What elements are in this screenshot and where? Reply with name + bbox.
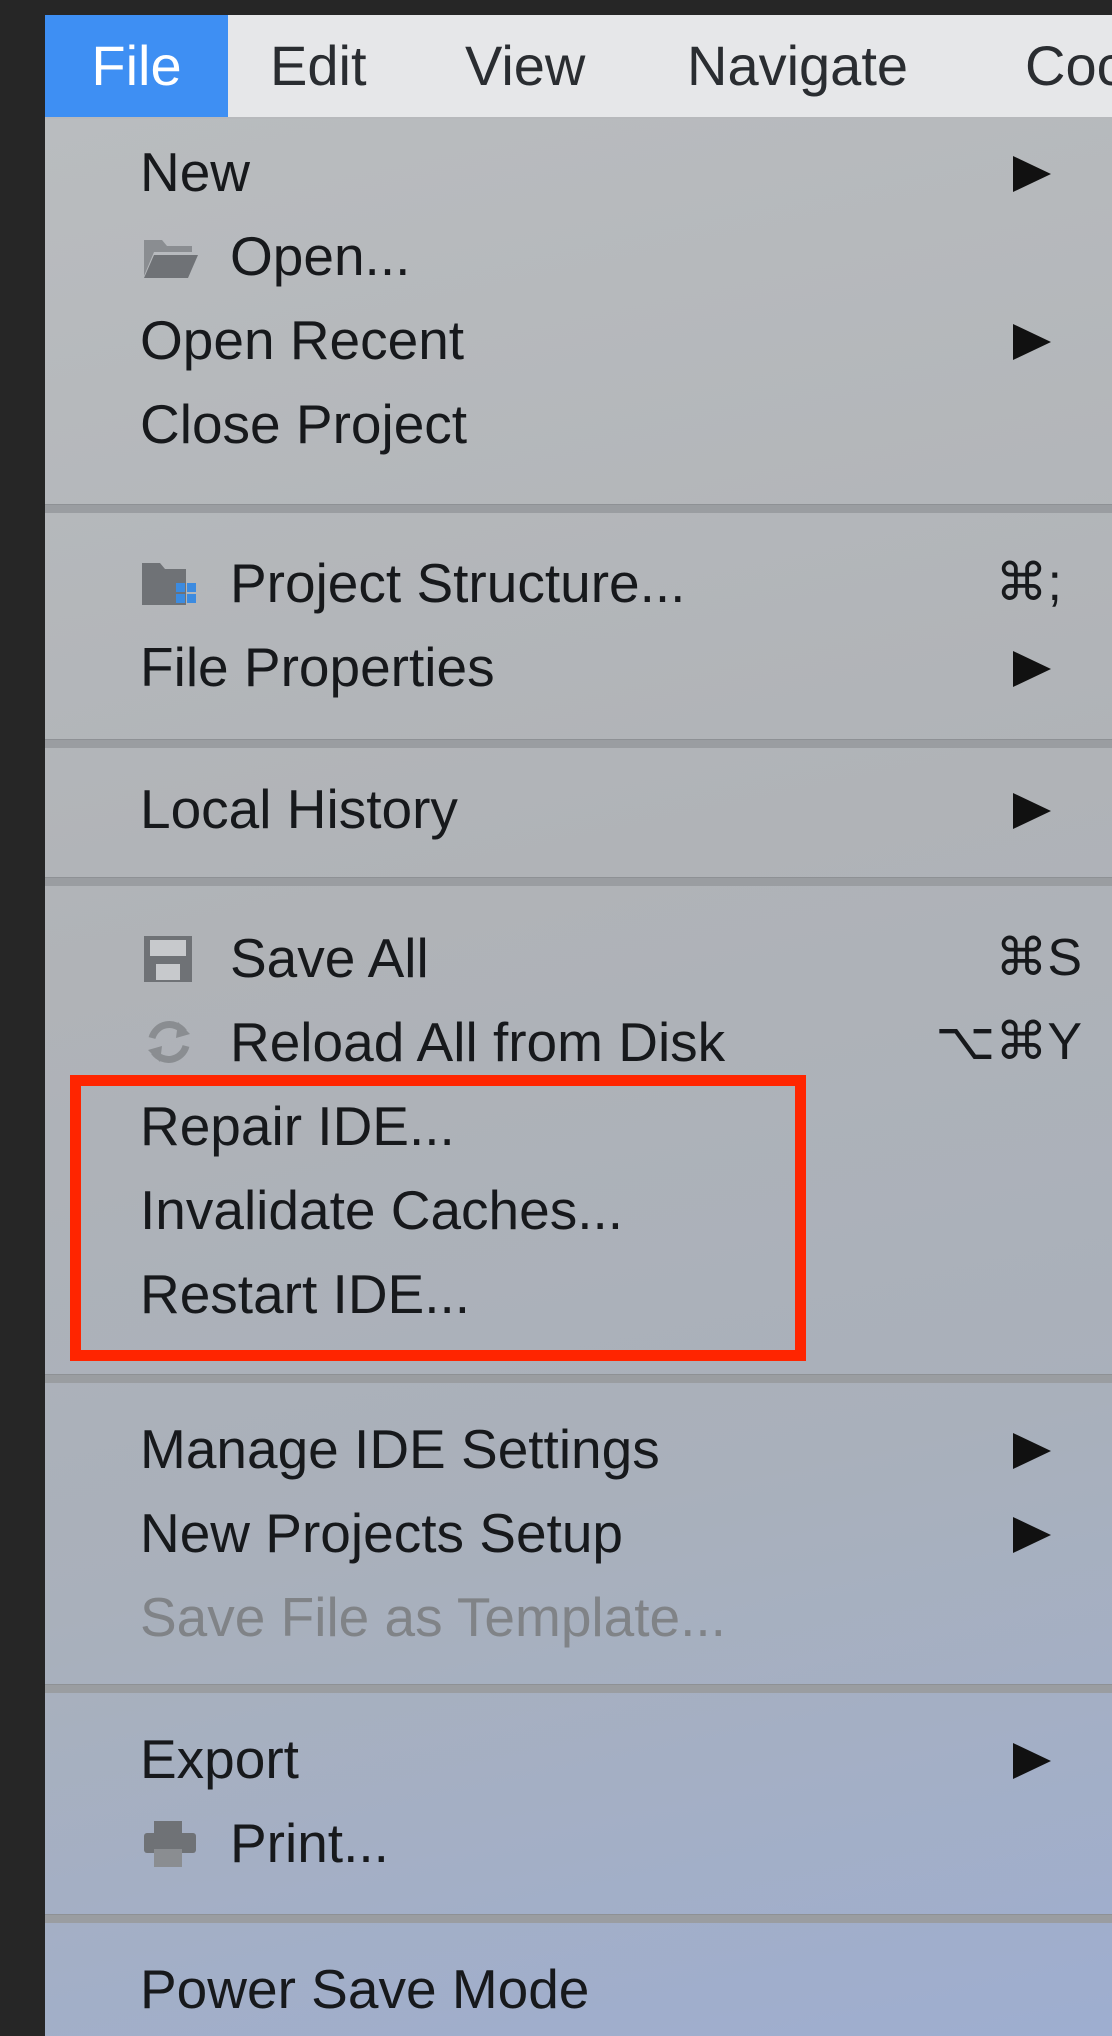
highlight-box bbox=[70, 1075, 806, 1361]
menu-item-open-recent[interactable]: Open Recent bbox=[45, 298, 1112, 382]
menu-item-close-project[interactable]: Close Project bbox=[45, 382, 1112, 466]
menu-item-local-history[interactable]: Local History bbox=[45, 767, 1112, 851]
menu-item-new[interactable]: New bbox=[45, 130, 1112, 214]
reload-icon bbox=[140, 1014, 200, 1070]
menu-item-label: Print... bbox=[230, 1812, 389, 1874]
menu-item-label: Power Save Mode bbox=[140, 1958, 590, 2020]
menu-item-label: Close Project bbox=[140, 393, 468, 455]
menu-item-label: New bbox=[140, 141, 251, 203]
menu-item-file-properties[interactable]: File Properties bbox=[45, 625, 1112, 709]
menubar-code[interactable]: Coc bbox=[1025, 15, 1112, 117]
menu-item-label: Open... bbox=[230, 225, 411, 287]
menu-separator bbox=[45, 739, 1112, 748]
menu-item-label: Reload All from Disk bbox=[230, 1011, 726, 1073]
chevron-right-icon bbox=[1013, 793, 1051, 829]
menu-separator bbox=[45, 504, 1112, 513]
menu-item-label: Save All bbox=[230, 927, 429, 989]
menu-bar: File Edit View Navigate Coc bbox=[45, 15, 1112, 119]
menu-item-label: New Projects Setup bbox=[140, 1502, 623, 1564]
menu-item-print[interactable]: Print... bbox=[45, 1801, 1112, 1885]
menu-item-label: File Properties bbox=[140, 636, 495, 698]
menu-item-shortcut: ⌥⌘Y bbox=[935, 1013, 1082, 1071]
menu-item-open[interactable]: Open... bbox=[45, 214, 1112, 298]
menu-item-manage-ide-settings[interactable]: Manage IDE Settings bbox=[45, 1407, 1112, 1491]
chevron-right-icon bbox=[1013, 156, 1051, 192]
chevron-right-icon bbox=[1013, 651, 1051, 687]
menu-item-label: Project Structure... bbox=[230, 552, 686, 614]
menubar-view[interactable]: View bbox=[465, 15, 585, 117]
menu-item-reload-all[interactable]: Reload All from Disk ⌥⌘Y bbox=[45, 1000, 1112, 1084]
menu-item-new-projects-setup[interactable]: New Projects Setup bbox=[45, 1491, 1112, 1575]
menu-item-power-save-mode[interactable]: Power Save Mode bbox=[45, 1947, 1112, 2031]
chevron-right-icon bbox=[1013, 1517, 1051, 1553]
menu-item-project-structure[interactable]: Project Structure... ⌘; bbox=[45, 541, 1112, 625]
folder-open-icon bbox=[140, 228, 200, 284]
menu-item-label: Save File as Template... bbox=[140, 1586, 726, 1648]
menubar-edit[interactable]: Edit bbox=[270, 15, 367, 117]
screenshot-stage: File Edit View Navigate Coc New Open... … bbox=[0, 0, 1112, 2036]
menu-separator bbox=[45, 1684, 1112, 1693]
project-structure-icon bbox=[140, 555, 200, 611]
menu-item-export[interactable]: Export bbox=[45, 1717, 1112, 1801]
menu-separator bbox=[45, 1914, 1112, 1923]
menu-item-label: Open Recent bbox=[140, 309, 465, 371]
menu-item-label: Manage IDE Settings bbox=[140, 1418, 660, 1480]
chevron-right-icon bbox=[1013, 324, 1051, 360]
menu-separator bbox=[45, 877, 1112, 886]
menu-item-shortcut: ⌘; bbox=[995, 554, 1062, 612]
save-icon bbox=[140, 930, 200, 986]
menu-item-label: Export bbox=[140, 1728, 299, 1790]
menu-separator bbox=[45, 1374, 1112, 1383]
menubar-file[interactable]: File bbox=[45, 15, 228, 117]
menu-item-label: Local History bbox=[140, 778, 458, 840]
menu-item-save-all[interactable]: Save All ⌘S bbox=[45, 916, 1112, 1000]
chevron-right-icon bbox=[1013, 1433, 1051, 1469]
chevron-right-icon bbox=[1013, 1743, 1051, 1779]
menu-item-save-file-as-template: Save File as Template... bbox=[45, 1575, 1112, 1659]
printer-icon bbox=[140, 1815, 200, 1871]
menu-item-shortcut: ⌘S bbox=[995, 929, 1082, 987]
menubar-navigate[interactable]: Navigate bbox=[687, 15, 908, 117]
